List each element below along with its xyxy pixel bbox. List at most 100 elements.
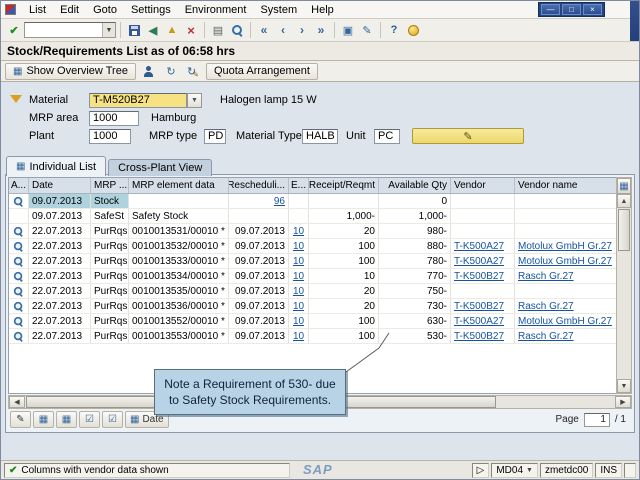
scroll-right-icon[interactable]: ▶ (615, 396, 631, 408)
show-overview-tree-button[interactable]: ▦ Show Overview Tree (5, 62, 136, 80)
cell-vendor-name[interactable] (515, 224, 616, 238)
cell-vendor-name[interactable] (515, 284, 616, 298)
cell-exception[interactable]: 10 (289, 314, 309, 328)
exit-icon[interactable]: ▲ (163, 21, 181, 39)
toggle-display-change-icon[interactable]: ✎ (10, 411, 31, 428)
cell-exception[interactable]: 10 (289, 299, 309, 313)
menu-goto[interactable]: Goto (86, 3, 124, 17)
create-shortcut-icon[interactable]: ✎ (358, 21, 376, 39)
tab-cross-plant-view[interactable]: Cross-Plant View (108, 159, 213, 176)
cell-exception[interactable]: 10 (289, 329, 309, 343)
cell-exception[interactable]: 10 (289, 284, 309, 298)
help-icon[interactable]: ? (385, 21, 403, 39)
cell-vendor[interactable]: T-K500B27 (451, 269, 515, 283)
cell-exception[interactable]: 10 (289, 239, 309, 253)
material-type-field[interactable]: HALB (302, 128, 338, 144)
minimize-icon[interactable]: — (541, 4, 560, 15)
vertical-scrollbar[interactable]: ▦ ▲ ▼ (616, 177, 632, 394)
detail-icon[interactable] (13, 301, 23, 310)
grid-view-icon[interactable]: ▦ (33, 411, 54, 428)
cell-vendor-name[interactable]: Rasch Gr.27 (515, 329, 616, 343)
cell-vendor[interactable]: T-K500B27 (451, 299, 515, 313)
cell-vendor[interactable] (451, 224, 515, 238)
chevron-down-icon[interactable]: ▼ (526, 467, 533, 474)
cell-vendor[interactable]: T-K500A27 (451, 239, 515, 253)
header-vendor[interactable]: Vendor (451, 178, 515, 193)
page-current-field[interactable]: 1 (583, 412, 610, 427)
grid-view-alt-icon[interactable]: ▦ (56, 411, 77, 428)
command-input[interactable] (25, 24, 102, 36)
cell-vendor-name[interactable]: Rasch Gr.27 (515, 299, 616, 313)
mrp-area-field[interactable]: 1000 (89, 110, 139, 126)
menu-list[interactable]: List (22, 3, 53, 17)
next-page-icon[interactable]: › (293, 21, 311, 39)
detail-icon[interactable] (13, 241, 23, 250)
mrp-type-field[interactable]: PD (204, 128, 226, 144)
cell-vendor-name[interactable]: Motolux GmbH Gr.27 (515, 314, 616, 328)
scroll-left-icon[interactable]: ◀ (9, 396, 25, 408)
detail-icon[interactable] (13, 331, 23, 340)
cell-vendor[interactable]: T-K500A27 (451, 314, 515, 328)
refresh-icon[interactable]: ↻ (162, 62, 180, 80)
edit-material-button[interactable]: ✎ (412, 128, 524, 144)
status-expand-icon[interactable]: ▷ (471, 462, 490, 478)
customize-layout-icon[interactable] (404, 21, 422, 39)
new-session-icon[interactable]: ▣ (339, 21, 357, 39)
scroll-thumb[interactable] (618, 209, 630, 251)
menu-settings[interactable]: Settings (124, 3, 178, 17)
status-transaction-field[interactable]: MD04 ▼ (491, 462, 538, 478)
command-field[interactable]: ▼ (24, 22, 116, 38)
header-receipt[interactable]: Receipt/Reqmt (309, 178, 379, 193)
cell-vendor-name[interactable]: Motolux GmbH Gr.27 (515, 254, 616, 268)
header-date[interactable]: Date (29, 178, 91, 193)
first-page-icon[interactable]: « (255, 21, 273, 39)
tab-individual-list[interactable]: ▦ Individual List (6, 156, 107, 176)
refresh-with-pencil-icon[interactable]: ↻ ✎ (184, 62, 202, 80)
prev-page-icon[interactable]: ‹ (274, 21, 292, 39)
header-exception[interactable]: E... (289, 178, 309, 193)
unit-field[interactable]: PC (374, 128, 400, 144)
detail-icon[interactable] (13, 286, 23, 295)
quota-arrangement-button[interactable]: Quota Arrangement (205, 62, 318, 80)
header-rescheduling[interactable]: Rescheduli... (229, 178, 289, 193)
save-icon[interactable] (125, 21, 143, 39)
scroll-track[interactable] (617, 252, 631, 379)
detail-icon[interactable] (13, 316, 23, 325)
menu-edit[interactable]: Edit (53, 3, 86, 17)
person-icon[interactable] (140, 62, 158, 80)
print-icon[interactable]: ▤ (209, 21, 227, 39)
matchcode-icon[interactable]: ▼ (187, 92, 202, 108)
cell-resched[interactable]: 96 (229, 194, 289, 208)
chevron-down-icon[interactable]: ▼ (102, 23, 115, 37)
enter-icon[interactable]: ✔ (5, 21, 23, 39)
table-settings-icon[interactable]: ▦ (617, 178, 631, 194)
detail-icon[interactable] (13, 196, 23, 205)
cell-vendor[interactable] (451, 194, 515, 208)
header-vendor-name[interactable]: Vendor name (515, 178, 616, 193)
find-icon[interactable] (228, 21, 246, 39)
back-icon[interactable]: ◀ (144, 21, 162, 39)
cell-vendor-name[interactable] (515, 194, 616, 208)
scroll-up-icon[interactable]: ▲ (617, 194, 631, 208)
menu-system[interactable]: System (253, 3, 304, 17)
filter-icon[interactable] (10, 95, 22, 103)
plant-field[interactable]: 1000 (89, 128, 131, 144)
header-mrp[interactable]: MRP ... (91, 178, 129, 193)
cell-vendor[interactable]: T-K500A27 (451, 254, 515, 268)
menu-help[interactable]: Help (304, 3, 341, 17)
header-action[interactable]: A... (9, 178, 29, 193)
detail-icon[interactable] (13, 271, 23, 280)
material-field[interactable]: T-M520B27 (89, 92, 187, 108)
cell-vendor-name[interactable]: Motolux GmbH Gr.27 (515, 239, 616, 253)
detail-icon[interactable] (13, 256, 23, 265)
header-available[interactable]: Available Qty (379, 178, 451, 193)
scroll-down-icon[interactable]: ▼ (617, 379, 631, 393)
cell-vendor[interactable] (451, 284, 515, 298)
close-icon[interactable]: × (583, 4, 602, 15)
filter-off-icon[interactable]: ☑ (102, 411, 123, 428)
header-element[interactable]: MRP element data (129, 178, 229, 193)
cell-exception[interactable]: 10 (289, 254, 309, 268)
filter-on-icon[interactable]: ☑ (79, 411, 100, 428)
cell-vendor-name[interactable]: Rasch Gr.27 (515, 269, 616, 283)
cell-exception[interactable]: 10 (289, 224, 309, 238)
